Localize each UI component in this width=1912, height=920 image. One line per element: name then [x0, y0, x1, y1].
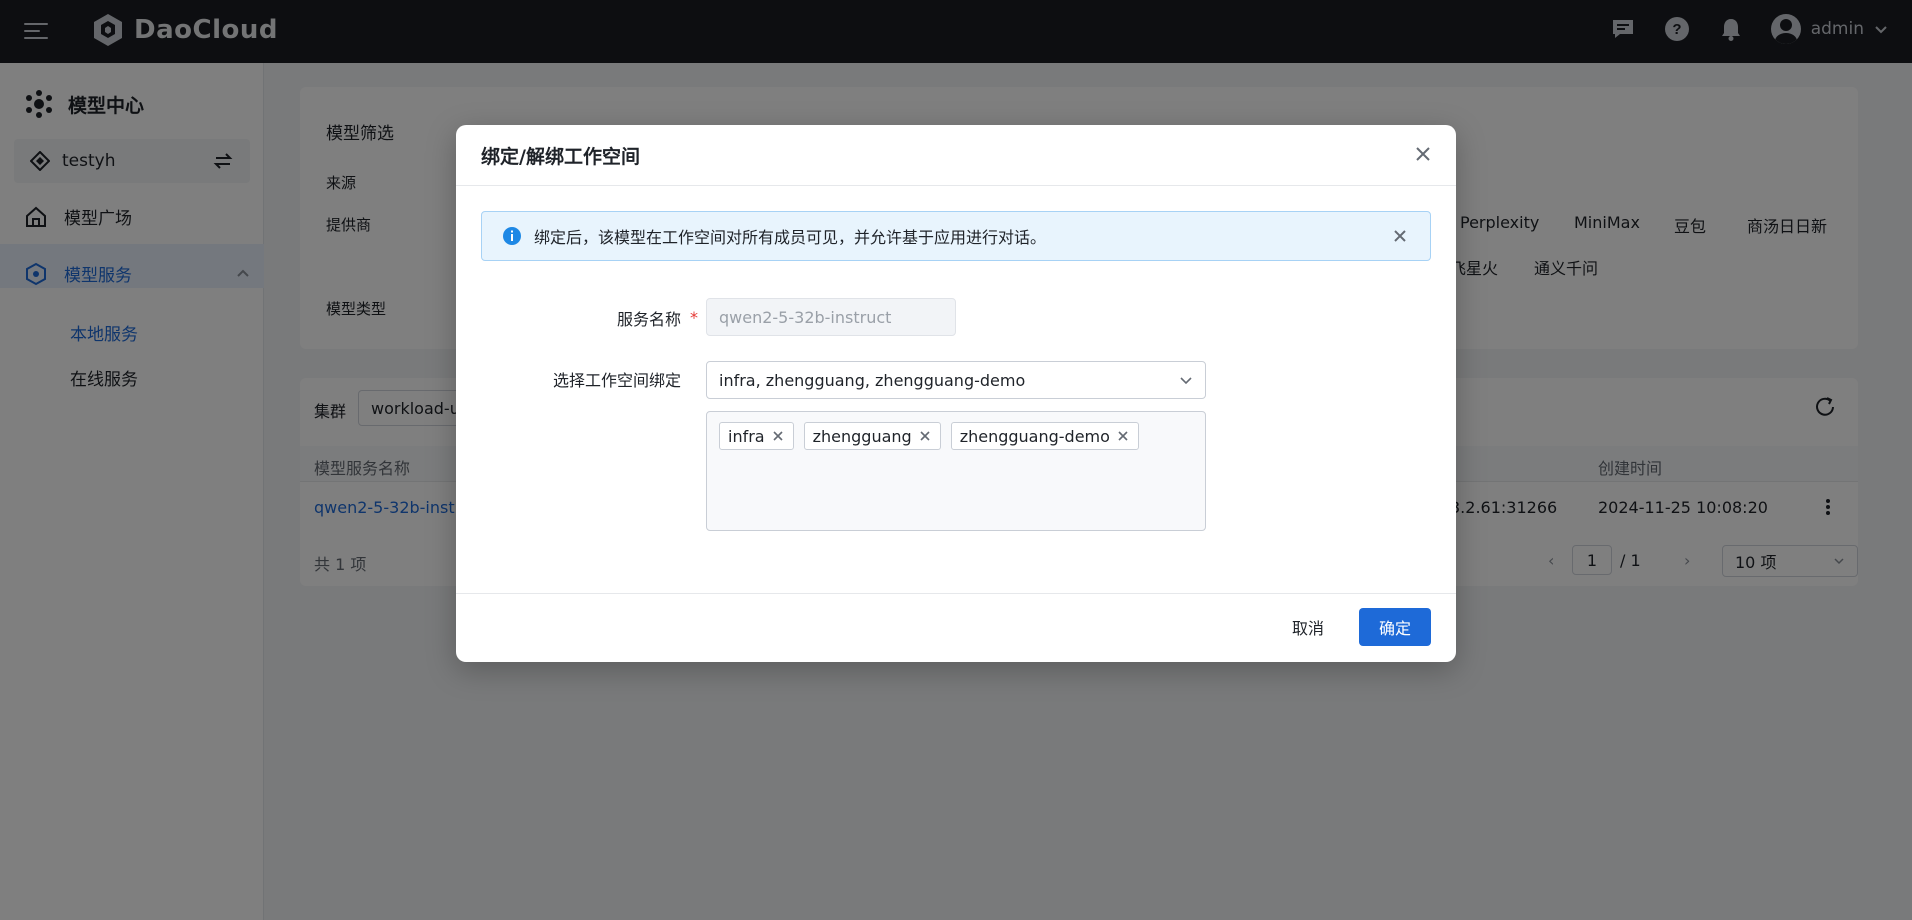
- service-name-field: qwen2-5-32b-instruct: [706, 298, 956, 336]
- workspace-select-label: 选择工作空间绑定: [552, 371, 681, 390]
- remove-tag-icon[interactable]: [918, 429, 932, 443]
- tag-label: infra: [728, 426, 765, 446]
- remove-tag-icon[interactable]: [771, 429, 785, 443]
- alert-close-icon[interactable]: [1390, 226, 1410, 246]
- cancel-button[interactable]: 取消: [1278, 608, 1338, 646]
- chevron-down-icon: [1180, 377, 1192, 385]
- service-name-value: qwen2-5-32b-instruct: [719, 307, 892, 327]
- info-icon: [503, 227, 521, 245]
- dialog-footer: 取消 确定: [456, 593, 1456, 662]
- remove-tag-icon[interactable]: [1116, 429, 1130, 443]
- workspace-select[interactable]: infra, zhengguang, zhengguang-demo: [706, 361, 1206, 399]
- close-icon[interactable]: [1410, 141, 1436, 167]
- workspace-tag: zhengguang-demo: [950, 422, 1139, 450]
- bind-workspace-dialog: 绑定/解绑工作空间 绑定后，该模型在工作空间对所有成员可见，并允许基于应用进行对…: [456, 125, 1456, 662]
- alert-text: 绑定后，该模型在工作空间对所有成员可见，并允许基于应用进行对话。: [534, 228, 1047, 247]
- workspace-tag: zhengguang: [803, 422, 941, 450]
- workspace-select-value: infra, zhengguang, zhengguang-demo: [719, 370, 1026, 390]
- info-alert: 绑定后，该模型在工作空间对所有成员可见，并允许基于应用进行对话。: [481, 211, 1431, 261]
- dialog-header: 绑定/解绑工作空间: [456, 125, 1456, 186]
- tag-label: zhengguang: [812, 426, 912, 446]
- tag-label: zhengguang-demo: [959, 426, 1110, 446]
- confirm-button[interactable]: 确定: [1359, 608, 1431, 646]
- service-name-label: 服务名称: [616, 310, 681, 329]
- selected-workspaces-box: infra zhengguang zhengguang-demo: [706, 411, 1206, 531]
- workspace-tag: infra: [719, 422, 794, 450]
- dialog-title: 绑定/解绑工作空间: [481, 146, 640, 168]
- required-mark: *: [690, 308, 698, 327]
